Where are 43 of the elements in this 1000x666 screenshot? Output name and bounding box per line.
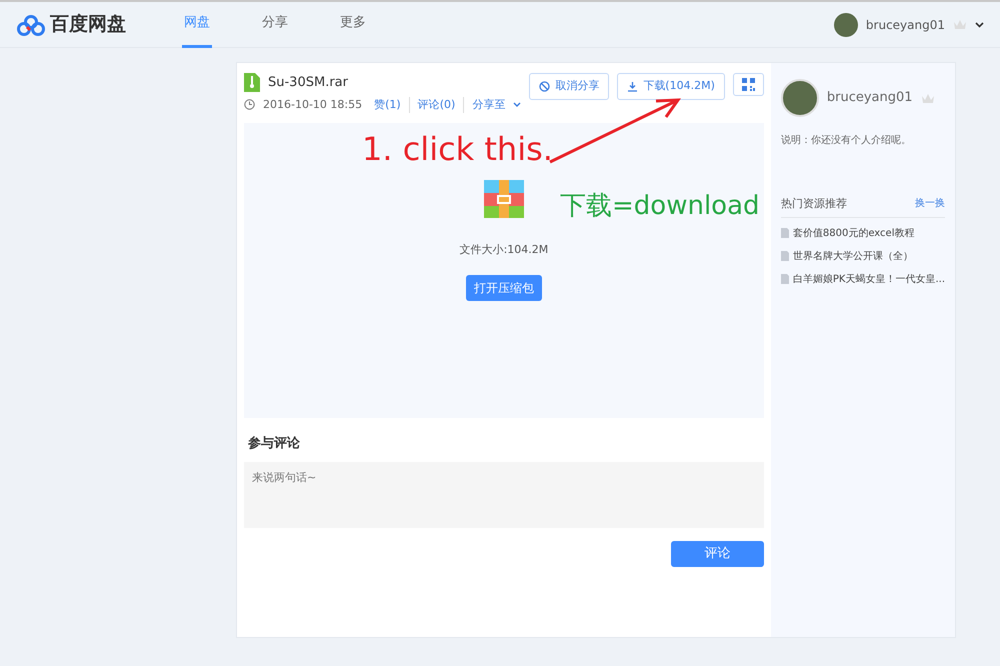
file-name: Su-30SM.rar <box>268 74 348 92</box>
username[interactable]: bruceyang01 <box>866 16 945 34</box>
crown-icon <box>953 19 967 30</box>
nav-tab[interactable]: 网盘 <box>182 2 212 48</box>
share-to-link[interactable]: 分享至 <box>472 96 506 113</box>
refresh-link[interactable]: 换一换 <box>915 196 945 212</box>
avatar-photo[interactable] <box>834 12 858 36</box>
logo-text: 百度网盘 <box>50 12 126 38</box>
zip-file-icon <box>244 73 260 92</box>
resource-link[interactable]: 白羊媚娘PK天蝎女皇！一代女皇... <box>792 272 945 286</box>
avatar-photo[interactable] <box>780 79 819 117</box>
cancel-share-button[interactable]: 取消分享 <box>529 73 610 100</box>
nav-tab[interactable]: 分享 <box>260 2 290 48</box>
username[interactable]: bruceyang01 <box>826 88 913 108</box>
open-archive-button[interactable]: 打开压缩包 <box>466 274 542 300</box>
comment-field[interactable]: 来说两句话~ <box>244 462 764 528</box>
section-title: 热门资源推荐 <box>780 196 847 212</box>
resource-link[interactable]: 套价值8800元的excel教程 <box>792 226 914 240</box>
qr-code-button[interactable] <box>732 73 764 96</box>
download-icon <box>627 80 638 92</box>
file-date: 2016-10-10 18:55 <box>263 96 362 112</box>
cloud-logo-icon <box>16 14 46 36</box>
download-button[interactable]: 下载(104.2M) <box>617 73 725 100</box>
like-link[interactable]: 赞(1) <box>374 96 410 113</box>
annotation-text: 下载=download <box>560 192 760 221</box>
chevron-down-icon[interactable] <box>975 22 984 28</box>
annotation-text: 1. click this. <box>362 132 553 168</box>
clock-icon <box>244 99 255 110</box>
comments-link[interactable]: 评论(0) <box>418 96 464 113</box>
document-icon <box>780 274 789 284</box>
file-size: 文件大小:104.2M <box>460 242 548 258</box>
qr-code-icon <box>742 78 755 91</box>
comment-title: 参与评论 <box>248 435 301 453</box>
crown-icon <box>920 92 935 104</box>
chevron-down-icon <box>513 102 522 108</box>
document-icon <box>780 228 789 238</box>
document-icon <box>780 251 789 261</box>
comment-submit-button[interactable]: 评论 <box>670 540 764 566</box>
prohibited-icon <box>539 80 550 92</box>
bio-text: 说明：你还没有个人介绍呢。 <box>780 134 912 148</box>
archive-icon <box>484 180 524 218</box>
nav-tab[interactable]: 更多 <box>338 2 368 48</box>
resource-link[interactable]: 世界名牌大学公开课（全） <box>792 248 913 264</box>
